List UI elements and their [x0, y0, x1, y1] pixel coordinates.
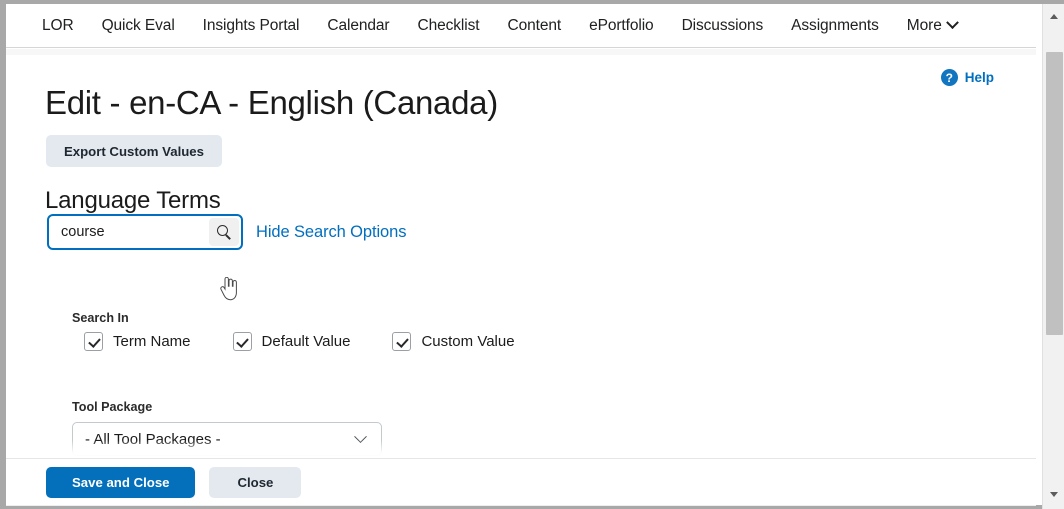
export-custom-values-button[interactable]: Export Custom Values [46, 135, 222, 167]
search-in-label: Search In [72, 311, 129, 325]
main-navigation-bar: LOR Quick Eval Insights Portal Calendar … [6, 4, 1036, 48]
nav-item-eportfolio[interactable]: ePortfolio [589, 18, 654, 34]
nav-item-assignments[interactable]: Assignments [791, 18, 879, 34]
nav-item-more[interactable]: More [906, 16, 959, 34]
chevron-down-icon [945, 16, 959, 30]
search-icon [217, 225, 231, 239]
application-window: LOR Quick Eval Insights Portal Calendar … [0, 0, 1064, 509]
checkmark-icon [84, 332, 103, 351]
nav-item-checklist[interactable]: Checklist [418, 18, 480, 34]
scrollbar-up-button[interactable] [1043, 7, 1064, 25]
search-row: Hide Search Options [47, 214, 406, 250]
search-field-wrapper[interactable] [47, 214, 243, 250]
checkbox-default-value-label: Default Value [261, 333, 351, 350]
chevron-down-icon [354, 429, 367, 443]
close-button[interactable]: Close [209, 467, 302, 498]
section-title-language-terms: Language Terms [45, 186, 221, 214]
search-input[interactable] [49, 216, 209, 248]
search-submit-button[interactable] [209, 218, 239, 246]
checkmark-icon [232, 332, 252, 351]
save-and-close-button[interactable]: Save and Close [46, 467, 196, 498]
tool-package-selected-value: - All Tool Packages - [85, 430, 221, 448]
nav-item-content[interactable]: Content [507, 18, 561, 34]
nav-item-lor[interactable]: LOR [42, 18, 74, 34]
triangle-down-icon [1050, 491, 1058, 497]
nav-item-quick-eval[interactable]: Quick Eval [102, 18, 175, 34]
checkbox-default-value[interactable]: Default Value [232, 332, 351, 351]
pointer-hand-cursor [220, 277, 237, 301]
checkmark-icon [392, 332, 412, 351]
checkbox-term-name-label: Term Name [113, 333, 191, 350]
checkbox-custom-value-label: Custom Value [421, 333, 515, 350]
help-link[interactable]: ? Help [940, 69, 994, 86]
footer-action-bar: Save and Close Close [6, 458, 1036, 506]
triangle-up-icon [1050, 13, 1058, 19]
checkbox-custom-value[interactable]: Custom Value [392, 332, 515, 351]
nav-item-more-label: More [906, 16, 942, 34]
page-title: Edit - en-CA - English (Canada) [45, 84, 498, 122]
nav-item-calendar[interactable]: Calendar [327, 18, 389, 34]
content-top-separator [6, 49, 1036, 55]
tool-package-select[interactable]: - All Tool Packages - [72, 422, 382, 456]
nav-item-discussions[interactable]: Discussions [682, 18, 764, 34]
scrollbar-thumb[interactable] [1046, 52, 1063, 335]
checkbox-term-name[interactable]: Term Name [84, 332, 191, 351]
hide-search-options-link[interactable]: Hide Search Options [256, 223, 406, 242]
search-in-options: Term Name Default Value Custom Value [84, 332, 557, 351]
question-circle-icon: ? [940, 69, 958, 86]
page-content-scroll-area[interactable]: Edit - en-CA - English (Canada) ? Help E… [6, 49, 1036, 458]
tool-package-label: Tool Package [72, 400, 153, 414]
help-link-label: Help [964, 70, 994, 85]
vertical-scrollbar[interactable] [1042, 4, 1064, 509]
scrollbar-down-button[interactable] [1043, 485, 1064, 503]
nav-item-insights-portal[interactable]: Insights Portal [203, 18, 300, 34]
